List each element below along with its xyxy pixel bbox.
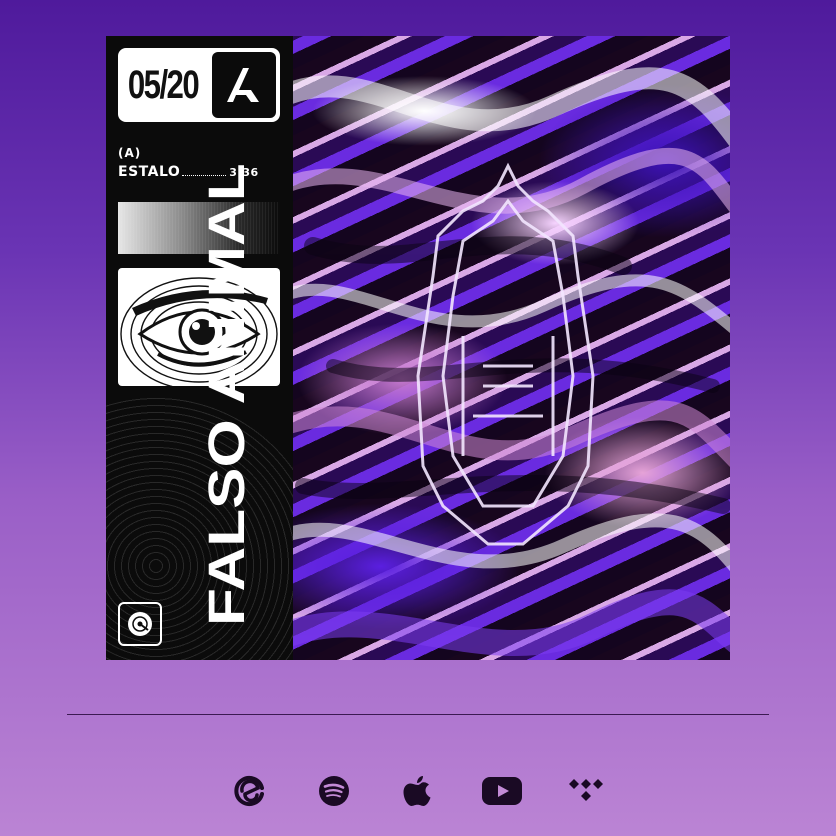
spotify-icon (319, 776, 349, 806)
spotify-link[interactable] (314, 771, 354, 811)
tidal-link[interactable] (566, 771, 606, 811)
cover-side-panel: 05/20 (A) ESTALO 3:36 FALSO ANIMAL (106, 36, 293, 660)
release-counter: 05/20 (118, 48, 280, 122)
youtube-icon (482, 777, 522, 805)
deezer-link[interactable] (230, 771, 270, 811)
album-cover: 05/20 (A) ESTALO 3:36 FALSO ANIMAL (106, 36, 730, 660)
label-logo-icon (212, 52, 276, 118)
divider (67, 714, 769, 715)
streaming-links (0, 768, 836, 814)
marbled-artwork (293, 36, 730, 660)
artist-name: FALSO ANIMAL (198, 163, 256, 626)
release-number: 05/20 (127, 62, 200, 107)
deezer-icon (234, 776, 264, 806)
side-label: (A) (118, 146, 142, 160)
youtube-link[interactable] (482, 771, 522, 811)
apple-music-link[interactable] (398, 771, 438, 811)
tidal-icon (569, 779, 603, 801)
vinyl-record-icon (118, 602, 162, 646)
track-title: ESTALO (118, 164, 181, 180)
apple-icon (403, 776, 431, 806)
